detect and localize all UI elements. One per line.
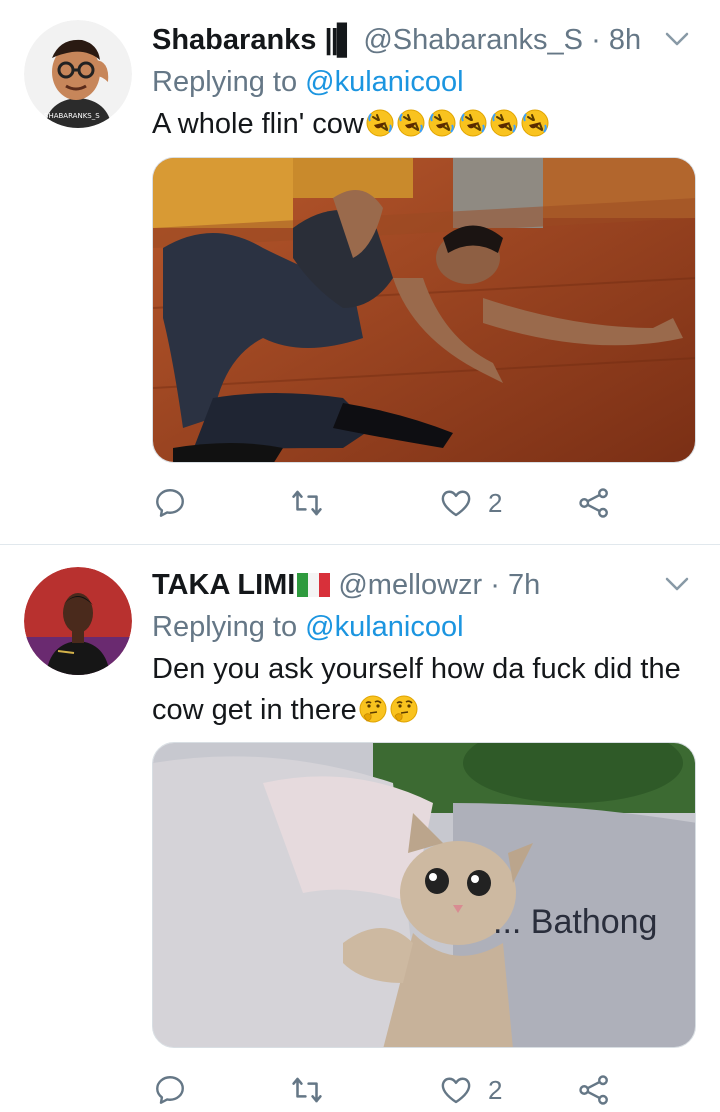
emoji-group [357,694,419,726]
tweet[interactable]: TAKA LIMI @mellowzr · 7h Replying to @ku… [0,545,720,1109]
rolling-on-floor-laughing-icon [490,109,518,137]
replying-prefix: Replying to [152,611,298,643]
separator-dot: · [591,24,601,56]
like-button[interactable]: 2 [438,481,502,525]
tweet-header: Shabaranks ||▌ @Shabaranks_S · 8h [152,18,680,62]
avatar[interactable]: SHABARANKS_S [24,20,132,128]
like-icon [441,490,471,517]
rolling-on-floor-laughing-icon [459,109,487,137]
retweet-button[interactable] [288,481,326,525]
timestamp[interactable]: 8h [609,24,641,56]
tweet-actions: 2 [152,481,672,525]
tweet-text-content: A whole flin' cow [152,108,364,140]
timestamp[interactable]: 7h [508,569,540,601]
user-handle[interactable]: @Shabaranks_S [363,24,583,56]
replying-to: Replying to @kulanicool [152,62,464,102]
tweet-text: Den you ask yourself how da fuck did the… [152,649,700,731]
reply-icon [156,1076,184,1104]
retweet-icon [292,1077,322,1103]
like-count: 2 [488,487,503,518]
tweet[interactable]: SHABARANKS_S Shabaranks ||▌ @Shabaranks_… [0,0,720,544]
tweet-header: TAKA LIMI @mellowzr · 7h [152,563,680,607]
thinking-face-icon [390,695,418,723]
retweet-button[interactable] [288,1068,326,1112]
avatar[interactable] [24,567,132,675]
like-button[interactable]: 2 [438,1068,502,1112]
share-button[interactable] [576,1068,612,1112]
italy-flag-icon [297,566,331,597]
reply-button[interactable] [152,1068,188,1112]
share-button[interactable] [576,481,612,525]
thinking-face-icon [359,695,387,723]
replying-to: Replying to @kulanicool [152,607,464,647]
rolling-on-floor-laughing-icon [521,109,549,137]
rolling-on-floor-laughing-icon [366,109,394,137]
tweet-media-image[interactable] [152,157,696,463]
emoji-group [364,108,550,140]
chevron-down-icon[interactable] [662,24,692,54]
tweet-media-image[interactable]: ... Bathong [152,742,696,1048]
share-icon [579,488,608,518]
display-name[interactable]: Shabaranks [152,24,316,56]
reply-icon [156,489,184,517]
reply-button[interactable] [152,481,188,525]
share-icon [579,1075,608,1105]
rolling-on-floor-laughing-icon [428,109,456,137]
replying-prefix: Replying to [152,66,298,98]
reply-mention-link[interactable]: @kulanicool [305,611,463,643]
media-caption: ... Bathong [493,903,657,941]
separator-dot: · [490,569,500,601]
display-name[interactable]: TAKA LIMI [152,569,295,601]
tweet-text: A whole flin' cow [152,104,700,145]
like-count: 2 [488,1074,503,1105]
reply-mention-link[interactable]: @kulanicool [305,66,463,98]
rolling-on-floor-laughing-icon [397,109,425,137]
user-handle[interactable]: @mellowzr [338,569,482,601]
tweet-actions: 2 [152,1068,672,1112]
avatar-caption: SHABARANKS_S [44,112,100,120]
retweet-icon [292,490,322,516]
media-illustration [153,158,695,462]
chevron-down-icon[interactable] [662,569,692,599]
like-icon [441,1077,471,1104]
name-badge: ||▌ [324,24,357,56]
